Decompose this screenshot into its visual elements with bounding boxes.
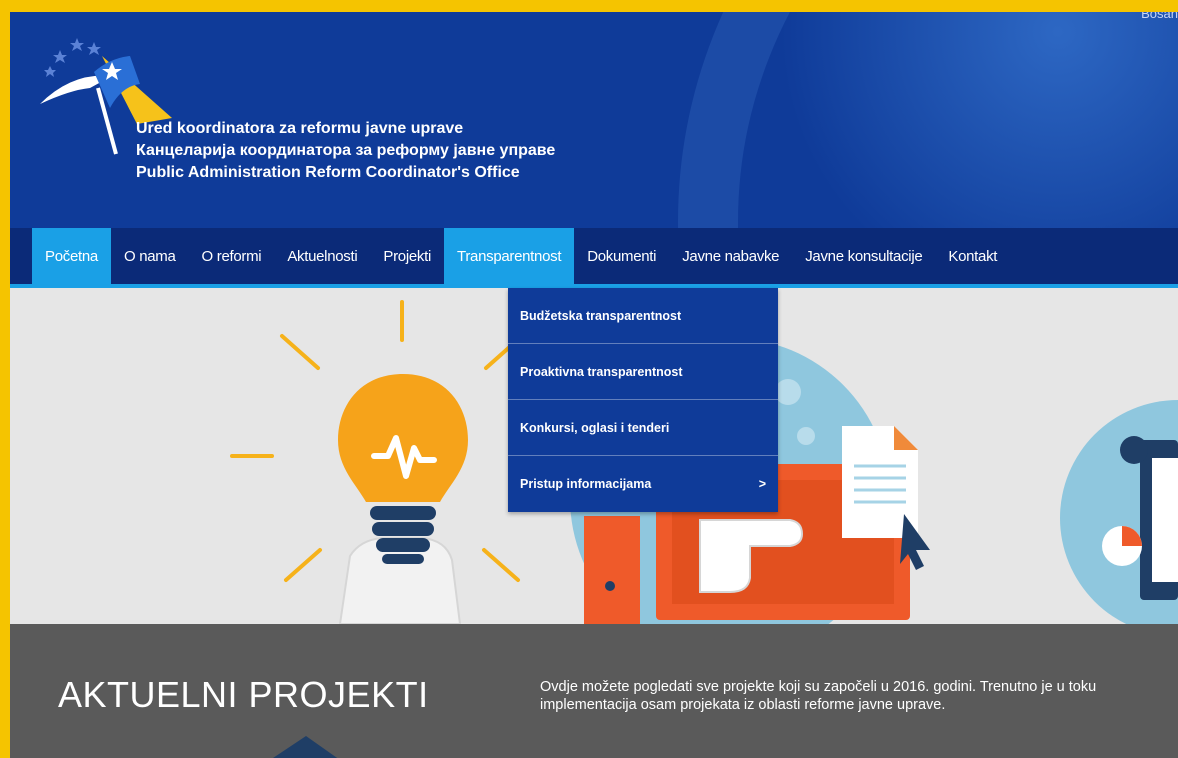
dropdown-item-proaktivna[interactable]: Proaktivna transparentnost xyxy=(508,344,778,400)
nav-item-dokumenti[interactable]: Dokumenti xyxy=(574,228,669,284)
nav-item-transparentnost[interactable]: Transparentnost xyxy=(444,228,575,284)
nav-item-javne-nabavke[interactable]: Javne nabavke xyxy=(669,228,792,284)
header-decor-glow xyxy=(778,12,1178,228)
dropdown-item-label: Budžetska transparentnost xyxy=(520,308,682,323)
nav-item-aktuelnosti[interactable]: Aktuelnosti xyxy=(274,228,370,284)
projects-banner: AKTUELNI PROJEKTI Ovdje možete pogledati… xyxy=(10,624,1178,758)
site-header: Bosan Ured koordinatora za reformu javne… xyxy=(10,12,1178,228)
dropdown-item-label: Konkursi, oglasi i tenderi xyxy=(520,420,670,435)
nav-item-javne-konsultacije[interactable]: Javne konsultacije xyxy=(792,228,935,284)
nav-item-projekti[interactable]: Projekti xyxy=(370,228,444,284)
main-nav: Početna O nama O reformi Aktuelnosti Pro… xyxy=(10,228,1178,288)
dropdown-item-pristup[interactable]: Pristup informacijama > xyxy=(508,456,778,512)
dropdown-item-budzetska[interactable]: Budžetska transparentnost xyxy=(508,288,778,344)
browser-viewport: Bosan Ured koordinatora za reformu javne… xyxy=(10,12,1178,758)
banner-heading: AKTUELNI PROJEKTI xyxy=(58,674,429,715)
dropdown-item-label: Pristup informacijama xyxy=(520,477,652,491)
nav-item-o-reformi[interactable]: O reformi xyxy=(189,228,275,284)
banner-description: Ovdje možete pogledati sve projekte koji… xyxy=(540,679,1097,713)
title-english: Public Administration Reform Coordinator… xyxy=(136,164,520,181)
office-titles: Ured koordinatora za reformu javne uprav… xyxy=(136,118,555,184)
logo-stars xyxy=(44,38,101,77)
nav-item-pocetna[interactable]: Početna xyxy=(32,228,111,284)
language-link[interactable]: Bosan xyxy=(1141,12,1178,21)
page-frame: Bosan Ured koordinatora za reformu javne… xyxy=(0,0,1178,758)
folder-icon xyxy=(584,516,640,624)
lightbulb xyxy=(338,374,468,502)
title-cyrillic: Канцеларија координатора за реформу јавн… xyxy=(136,142,556,159)
dropdown-item-label: Proaktivna transparentnost xyxy=(520,364,683,379)
banner-decor-shape xyxy=(273,736,338,758)
nav-item-kontakt[interactable]: Kontakt xyxy=(935,228,1010,284)
transparentnost-dropdown: Budžetska transparentnost Proaktivna tra… xyxy=(508,288,778,512)
title-bosnian: Ured koordinatora za reformu javne uprav… xyxy=(136,120,464,137)
chevron-right-icon: > xyxy=(758,477,766,491)
dropdown-item-konkursi[interactable]: Konkursi, oglasi i tenderi xyxy=(508,400,778,456)
nav-item-o-nama[interactable]: O nama xyxy=(111,228,189,284)
gear-icon xyxy=(1120,436,1148,464)
